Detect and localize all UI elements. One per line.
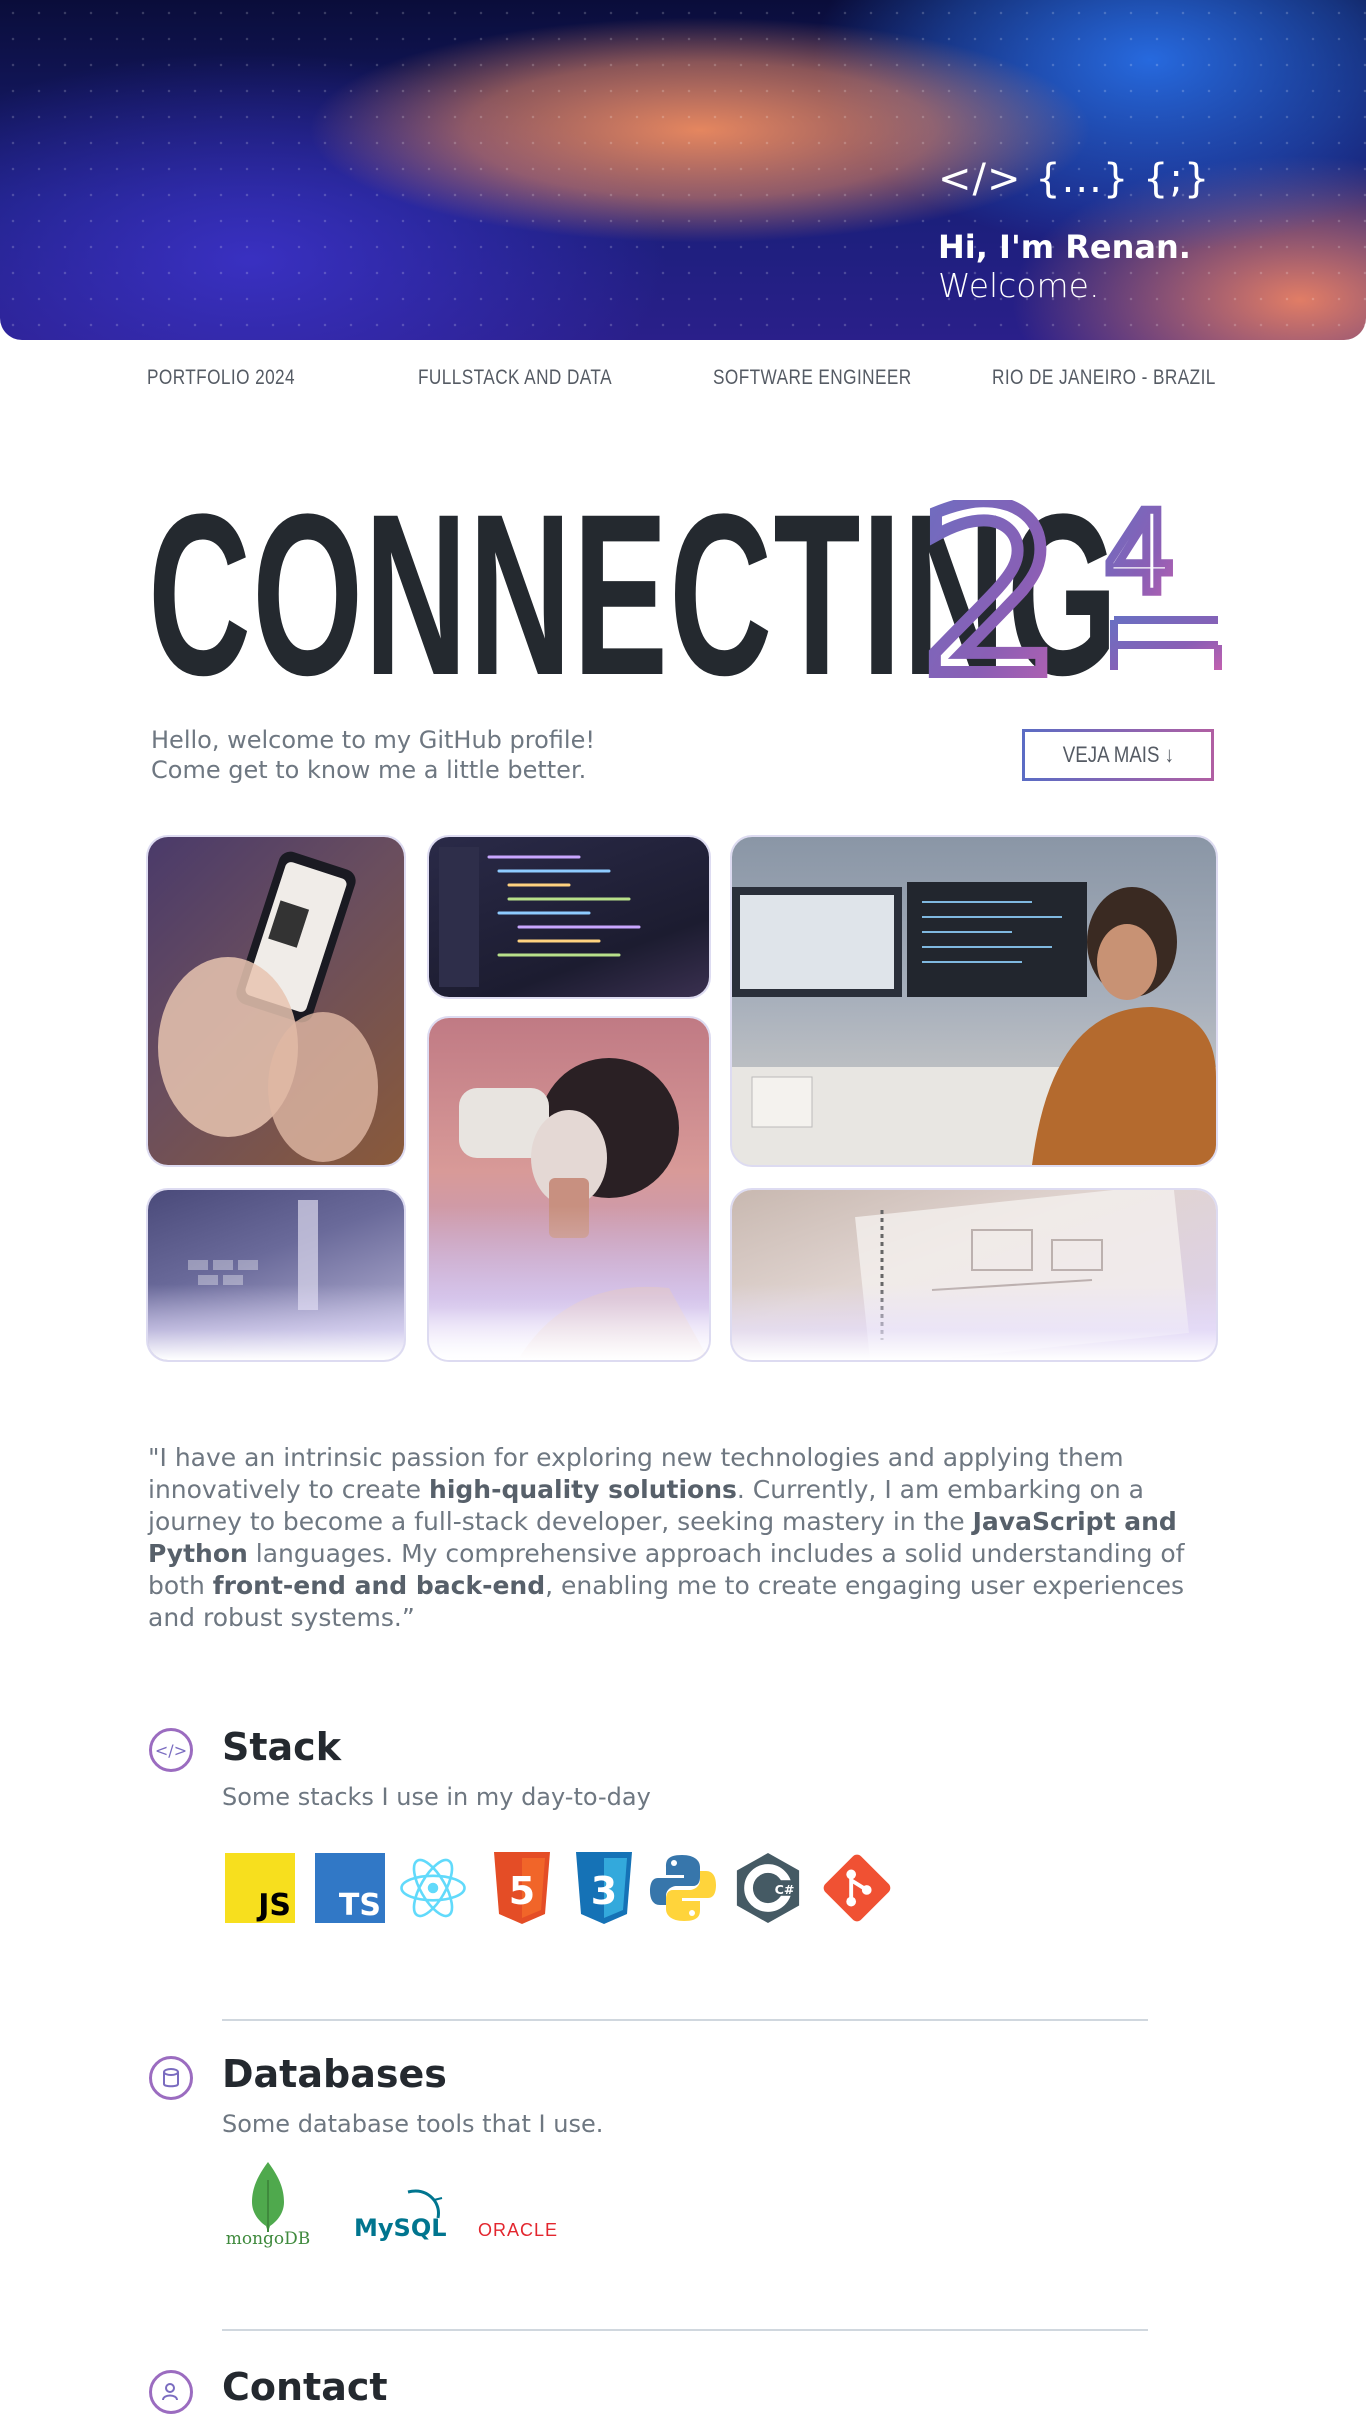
- developer-illustration: [732, 882, 1216, 1165]
- css3-icon: 3: [569, 1852, 639, 1924]
- mongodb-label: mongoDB: [226, 2229, 311, 2248]
- databases-subtitle: Some database tools that I use.: [222, 2110, 604, 2138]
- tile-fade: [732, 1283, 1216, 1360]
- tile-fade: [148, 1283, 404, 1360]
- about-quote: "I have an intrinsic passion for explori…: [148, 1442, 1218, 1634]
- intro-text: Hello, welcome to my GitHub profile! Com…: [151, 725, 595, 785]
- js-label: JS: [256, 1888, 291, 1923]
- hero-code-symbols: </> {...} {;}: [938, 156, 1211, 202]
- tile-fade: [429, 1206, 709, 1360]
- stack-title: Stack: [222, 1725, 341, 1769]
- html5-label: 5: [509, 1869, 535, 1913]
- csharp-icon: C#: [733, 1853, 803, 1923]
- quote-bold-3: front-end and back-end: [212, 1571, 546, 1600]
- headline-year-decor: [1110, 616, 1222, 670]
- git-icon: [822, 1853, 892, 1923]
- css3-label: 3: [591, 1869, 617, 1913]
- csharp-label: C#: [775, 1882, 795, 1897]
- hero-greeting: Hi, I'm Renan.: [938, 228, 1191, 266]
- hero-banner: </> {...} {;} Hi, I'm Renan. Welcome.: [0, 0, 1366, 340]
- typescript-icon: TS: [315, 1853, 385, 1923]
- subnav-item-software-engineer: SOFTWARE ENGINEER: [713, 366, 912, 389]
- headline-year-24: 2 4: [918, 500, 1222, 680]
- stack-subtitle: Some stacks I use in my day-to-day: [222, 1783, 651, 1811]
- contact-title: Contact: [222, 2365, 388, 2409]
- mongodb-logo: mongoDB: [220, 2160, 316, 2249]
- react-icon: [398, 1853, 468, 1923]
- photo-vr-headset: [429, 1018, 709, 1360]
- javascript-icon: JS: [225, 1853, 295, 1923]
- python-icon: [648, 1853, 718, 1923]
- mysql-logo: MySQL: [352, 2186, 452, 2244]
- subnav-item-location: RIO DE JANEIRO - BRAZIL: [992, 366, 1216, 389]
- subnav-item-fullstack: FULLSTACK AND DATA: [418, 366, 612, 389]
- code-section-icon: </>: [149, 1728, 193, 1772]
- divider-databases: [222, 2329, 1148, 2331]
- oracle-logo: ORACLE: [478, 2220, 559, 2240]
- mysql-label: MySQL: [354, 2214, 447, 2242]
- subnav: PORTFOLIO 2024 FULLSTACK AND DATA SOFTWA…: [0, 366, 1366, 396]
- html5-icon: 5: [487, 1852, 557, 1924]
- contact-section-icon: [149, 2370, 193, 2414]
- photo-smartphone: [148, 837, 404, 1165]
- smartphone-illustration: [158, 851, 378, 1162]
- photo-code-editor: [429, 837, 709, 997]
- code-lines-illustration: [439, 847, 641, 987]
- photo-wireframe-sketch: [732, 1190, 1216, 1360]
- veja-mais-label: VEJA MAIS ↓: [1062, 742, 1174, 767]
- intro-line-2: Come get to know me a little better.: [151, 756, 587, 784]
- veja-mais-button[interactable]: VEJA MAIS ↓: [1022, 729, 1214, 781]
- headline-year-2: 2: [918, 500, 1064, 680]
- photo-keyboard: [148, 1190, 404, 1360]
- headline-year-4: 4: [1104, 500, 1175, 619]
- hero-welcome: Welcome.: [938, 266, 1100, 305]
- subnav-item-portfolio: PORTFOLIO 2024: [147, 366, 296, 389]
- quote-bold-1: high-quality solutions: [429, 1475, 737, 1504]
- photo-developer-desk: [732, 837, 1216, 1165]
- databases-title: Databases: [222, 2052, 447, 2096]
- database-section-icon: [149, 2056, 193, 2100]
- ts-label: TS: [339, 1888, 381, 1923]
- divider-stack: [222, 2019, 1148, 2021]
- intro-line-1: Hello, welcome to my GitHub profile!: [151, 726, 595, 754]
